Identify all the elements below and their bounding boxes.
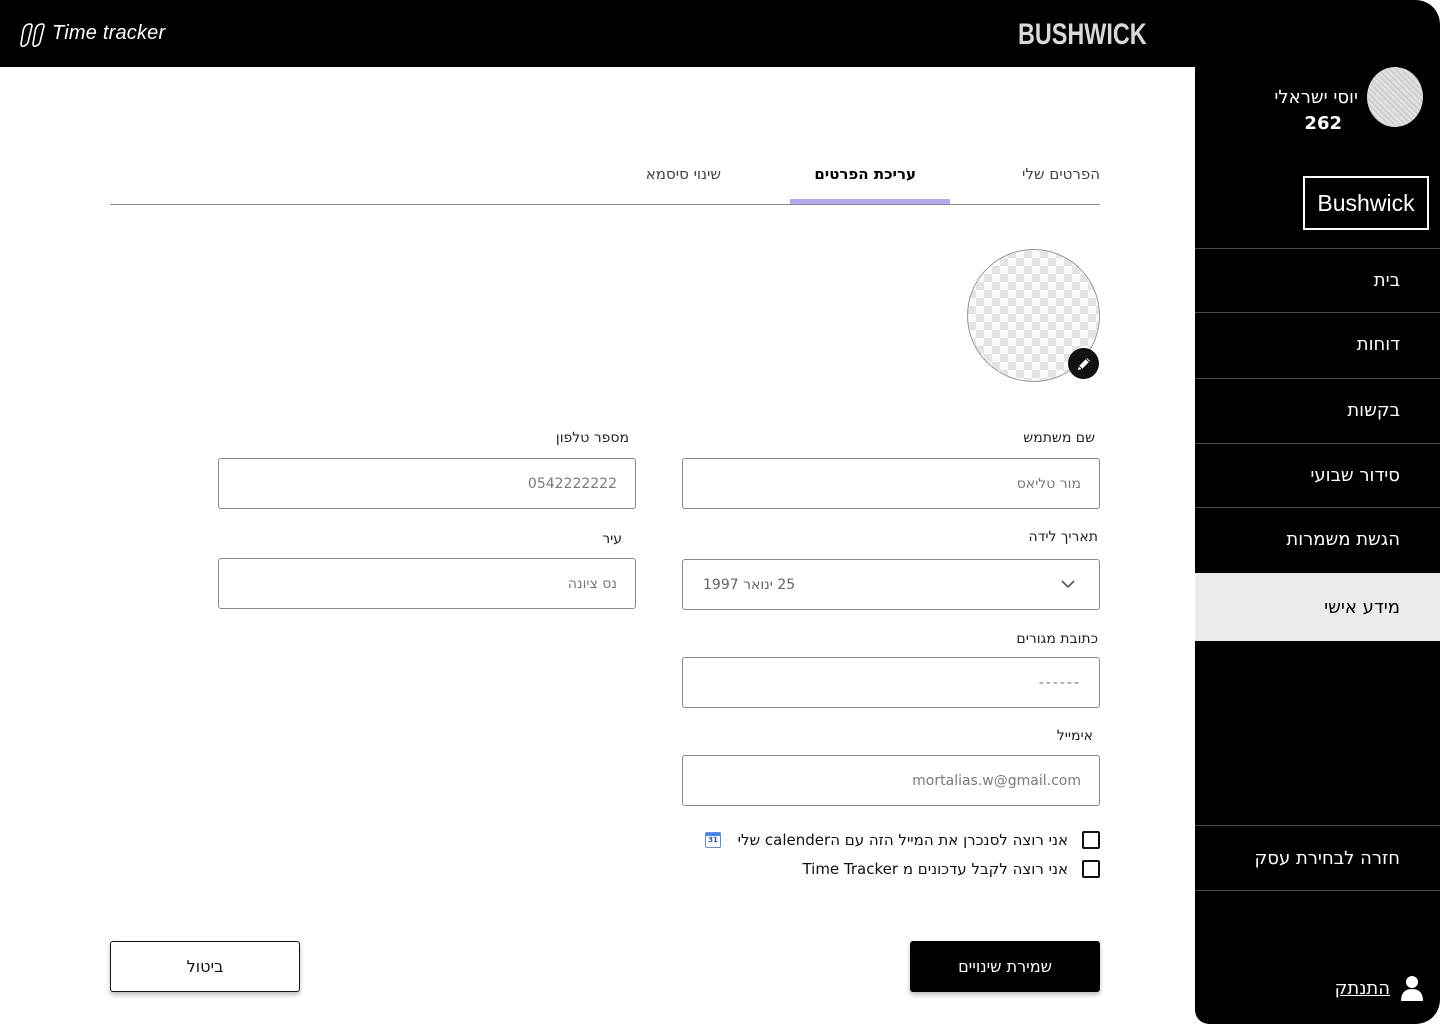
- tab-bar: הפרטים שלי עריכת הפרטים שינוי סיסמא: [110, 155, 1100, 205]
- phone-input[interactable]: [218, 458, 636, 509]
- sidebar-item-reports[interactable]: דוחות: [1195, 312, 1440, 376]
- business-name: Bushwick: [1303, 176, 1429, 230]
- top-bar: Time tracker BUSHWICK: [0, 0, 1440, 67]
- tab-my-details[interactable]: הפרטים שלי: [1022, 165, 1100, 183]
- user-id: 262: [1304, 113, 1342, 134]
- username-input[interactable]: [682, 458, 1100, 509]
- edit-photo-button[interactable]: [1068, 348, 1099, 379]
- cancel-button[interactable]: ביטול: [110, 941, 300, 992]
- sidebar-item-home[interactable]: בית: [1195, 248, 1440, 312]
- phone-label: מספר טלפון: [555, 430, 629, 446]
- email-label: אימייל: [1056, 728, 1093, 744]
- birthdate-value: 25 ינואר 1997: [703, 577, 796, 593]
- pencil-icon: [1077, 357, 1090, 370]
- address-label: כתובת מגורים: [1016, 631, 1098, 647]
- sidebar-item-label: דוחות: [1356, 334, 1400, 355]
- calendar-icon-text: 31: [708, 836, 718, 844]
- back-label: חזרה לבחירת עסק: [1254, 847, 1401, 869]
- sidebar: יוסי ישראלי 262 Bushwick בית דוחות בקשות…: [1195, 67, 1440, 1024]
- user-icon: [1401, 976, 1423, 1001]
- app-name: Time tracker: [52, 22, 166, 44]
- sidebar-item-label: מידע אישי: [1324, 596, 1400, 618]
- sync-calendar-checkbox[interactable]: [1082, 831, 1100, 849]
- logout-label: התנתק: [1334, 977, 1390, 999]
- avatar[interactable]: [1367, 67, 1423, 127]
- chevron-down-icon: [1061, 580, 1075, 589]
- active-tab-indicator: [790, 199, 950, 204]
- brand-logo: BUSHWICK: [1018, 18, 1147, 51]
- sidebar-item-requests[interactable]: בקשות: [1195, 378, 1440, 442]
- sidebar-item-label: סידור שבועי: [1310, 465, 1400, 486]
- sidebar-item-label: הגשת משמרות: [1286, 529, 1400, 550]
- updates-label: אני רוצה לקבל עדכונים מ Time Tracker: [802, 860, 1068, 878]
- sidebar-item-label: בית: [1373, 270, 1400, 291]
- back-to-business-select[interactable]: חזרה לבחירת עסק: [1195, 825, 1440, 891]
- birthdate-select[interactable]: 25 ינואר 1997: [682, 559, 1100, 610]
- sync-calendar-label: אני רוצה לסנכרן את המייל הזה עם הcalende…: [737, 831, 1068, 849]
- email-input[interactable]: [682, 755, 1100, 806]
- sync-calendar-row: אני רוצה לסנכרן את המייל הזה עם הcalende…: [738, 831, 1100, 849]
- updates-checkbox[interactable]: [1082, 860, 1100, 878]
- city-input[interactable]: [218, 558, 636, 609]
- user-name: יוסי ישראלי: [1274, 87, 1358, 108]
- google-calendar-icon: 31: [705, 832, 721, 848]
- save-changes-button[interactable]: שמירת שינויים: [910, 941, 1100, 992]
- sidebar-item-personal-info[interactable]: מידע אישי: [1195, 573, 1440, 641]
- address-input[interactable]: [682, 657, 1100, 708]
- sidebar-item-label: בקשות: [1347, 400, 1400, 421]
- sidebar-item-weekly-schedule[interactable]: סידור שבועי: [1195, 443, 1440, 507]
- sidebar-item-submit-shifts[interactable]: הגשת משמרות: [1195, 507, 1440, 571]
- updates-row: אני רוצה לקבל עדכונים מ Time Tracker: [802, 860, 1100, 878]
- app-window: Time tracker BUSHWICK יוסי ישראלי 262 Bu…: [0, 0, 1440, 1024]
- birthdate-label: תאריך לידה: [1028, 529, 1098, 545]
- tab-edit-details[interactable]: עריכת הפרטים: [814, 165, 916, 183]
- logo-icon: [20, 23, 45, 48]
- tab-change-password[interactable]: שינוי סיסמא: [646, 165, 721, 183]
- city-label: עיר: [602, 531, 622, 547]
- username-label: שם משתמש: [1023, 430, 1095, 446]
- logout-button[interactable]: התנתק: [1335, 975, 1424, 1001]
